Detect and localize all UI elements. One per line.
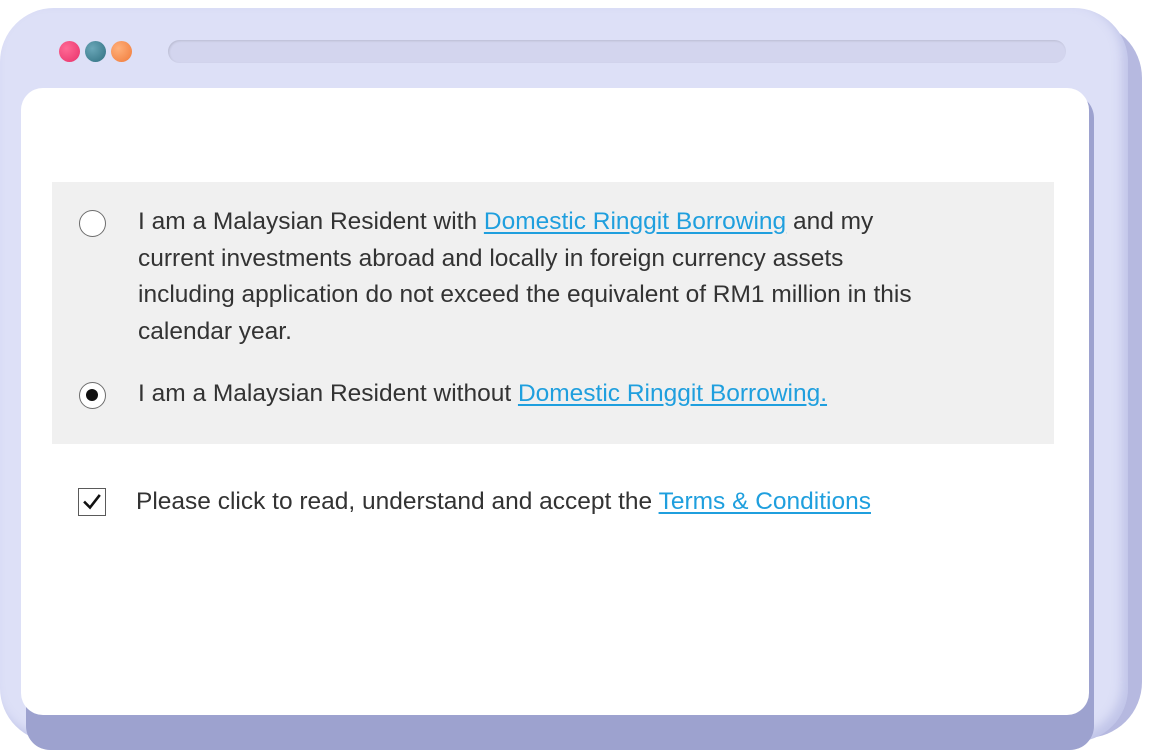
minimize-dot-icon[interactable] <box>85 41 106 62</box>
window-controls <box>59 41 132 62</box>
domestic-ringgit-borrowing-link[interactable]: Domestic Ringgit Borrowing. <box>518 380 827 407</box>
domestic-ringgit-borrowing-link[interactable]: Domestic Ringgit Borrowing <box>484 208 786 235</box>
residency-option-with-borrowing[interactable]: I am a Malaysian Resident with Domestic … <box>79 208 938 350</box>
terms-acceptance-row[interactable]: Please click to read, understand and acc… <box>78 488 871 516</box>
radio-with-borrowing[interactable] <box>79 210 106 237</box>
checkmark-icon <box>83 494 101 510</box>
terms-checkbox[interactable] <box>78 488 106 516</box>
terms-label: Please click to read, understand and acc… <box>136 488 871 516</box>
residency-option-without-borrowing[interactable]: I am a Malaysian Resident without Domest… <box>79 380 938 413</box>
radio-without-borrowing[interactable] <box>79 382 106 409</box>
terms-text: Please click to read, understand and acc… <box>136 488 659 515</box>
option-label-without-borrowing: I am a Malaysian Resident without Domest… <box>138 376 938 413</box>
option-label-with-borrowing: I am a Malaysian Resident with Domestic … <box>138 204 938 350</box>
option-text-before: I am a Malaysian Resident without <box>138 380 518 407</box>
maximize-dot-icon[interactable] <box>111 41 132 62</box>
close-dot-icon[interactable] <box>59 41 80 62</box>
address-bar[interactable] <box>168 40 1066 63</box>
option-text-before: I am a Malaysian Resident with <box>138 208 484 235</box>
terms-and-conditions-link[interactable]: Terms & Conditions <box>659 488 871 515</box>
